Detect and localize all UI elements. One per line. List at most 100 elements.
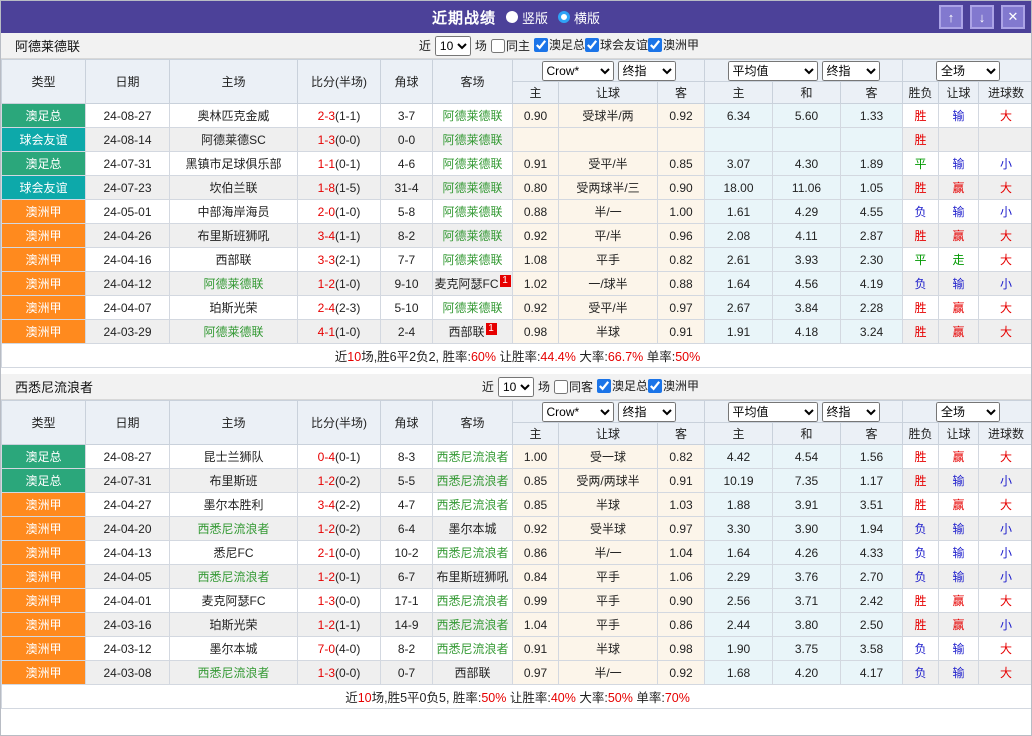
avg-draw-odds: 7.35 xyxy=(773,469,841,493)
league-filter-checkbox[interactable]: 澳足总 xyxy=(534,36,585,53)
league-badge-cell: 澳洲甲 xyxy=(2,296,86,320)
league-filter-checkbox-input[interactable] xyxy=(534,38,548,52)
recent-count-select[interactable]: 10 xyxy=(435,36,471,56)
summary-stat-label: 近 xyxy=(345,691,358,705)
home-team-cell: 奥林匹克金威 xyxy=(170,104,298,128)
home-team-cell: 中部海岸海员 xyxy=(170,200,298,224)
summary-stat-label: 单率: xyxy=(633,691,665,705)
league-badge-cell: 澳洲甲 xyxy=(2,541,86,565)
sub-column-header: 进球数 xyxy=(979,423,1032,445)
halftime-score: (0-0) xyxy=(335,546,360,560)
same-venue-checkbox-input[interactable] xyxy=(491,39,505,53)
league-filter-checkbox[interactable]: 澳洲甲 xyxy=(648,36,699,53)
halftime-score: (4-0) xyxy=(335,642,360,656)
handicap-away-odds: 0.90 xyxy=(658,176,705,200)
scope-select[interactable]: 全场 xyxy=(936,402,1000,422)
same-venue-label: 同客 xyxy=(569,378,593,395)
fulltime-score: 4-1 xyxy=(318,325,335,339)
match-row: 澳足总24-07-31布里斯班1-2(0-2)5-5西悉尼流浪者0.85受两/两… xyxy=(2,469,1032,493)
halftime-score: (0-1) xyxy=(335,157,360,171)
handicap-line: 受球半/两 xyxy=(559,104,658,128)
score-cell: 1-3(0-0) xyxy=(298,589,381,613)
date-cell: 24-04-12 xyxy=(86,272,170,296)
league-filter-checkbox[interactable]: 澳足总 xyxy=(597,377,648,394)
scope-select[interactable]: 全场 xyxy=(936,61,1000,81)
score-cell: 1-1(0-1) xyxy=(298,152,381,176)
handicap-result-cell: 赢 xyxy=(939,613,979,637)
handicap-line: 平手 xyxy=(559,613,658,637)
average-select[interactable]: 平均值 xyxy=(728,61,818,81)
home-team-cell: 布里斯班狮吼 xyxy=(170,224,298,248)
home-team-cell: 西部联 xyxy=(170,248,298,272)
team-label: 西悉尼流浪者 xyxy=(436,474,508,488)
avg-home-odds: 4.42 xyxy=(705,445,773,469)
handicap-result-cell: 输 xyxy=(939,565,979,589)
odds-stage-select[interactable]: 终指 xyxy=(618,402,676,422)
move-down-button[interactable]: ↓ xyxy=(970,5,994,29)
same-venue-checkbox[interactable]: 同客 xyxy=(554,378,593,395)
league-filter-checkbox[interactable]: 澳洲甲 xyxy=(648,377,699,394)
close-button[interactable]: ✕ xyxy=(1001,5,1025,29)
corners-cell: 0-0 xyxy=(381,128,433,152)
avg-away-odds: 2.50 xyxy=(841,613,903,637)
date-cell: 24-03-08 xyxy=(86,661,170,685)
avg-home-odds: 2.08 xyxy=(705,224,773,248)
handicap-home-odds: 0.97 xyxy=(513,661,559,685)
home-team-cell: 西悉尼流浪者 xyxy=(170,661,298,685)
fulltime-score: 1-3 xyxy=(318,666,335,680)
handicap-home-odds: 0.85 xyxy=(513,469,559,493)
corners-cell: 4-6 xyxy=(381,152,433,176)
league-badge-cell: 澳足总 xyxy=(2,104,86,128)
avg-stage-select[interactable]: 终指 xyxy=(822,61,880,81)
red-card-badge: 1 xyxy=(500,275,511,287)
score-cell: 3-4(2-2) xyxy=(298,493,381,517)
away-team-cell: 西悉尼流浪者 xyxy=(433,613,513,637)
avg-away-odds: 1.05 xyxy=(841,176,903,200)
handicap-home-odds: 0.92 xyxy=(513,224,559,248)
corners-cell: 6-7 xyxy=(381,565,433,589)
handicap-result-cell: 赢 xyxy=(939,493,979,517)
sub-column-header: 主 xyxy=(705,82,773,104)
result-cell: 平 xyxy=(903,152,939,176)
recent-count-select[interactable]: 10 xyxy=(498,377,534,397)
handicap-away-odds: 1.03 xyxy=(658,493,705,517)
handicap-away-odds: 1.04 xyxy=(658,541,705,565)
avg-home-odds: 1.64 xyxy=(705,541,773,565)
avg-stage-select[interactable]: 终指 xyxy=(822,402,880,422)
bookmaker-select[interactable]: Crow* xyxy=(542,61,614,81)
summary-stat-label: 场,胜5平0负5, 胜率: xyxy=(372,691,482,705)
away-team-cell: 阿德莱德联 xyxy=(433,128,513,152)
handicap-home-odds: 0.91 xyxy=(513,637,559,661)
radio-horizontal-layout[interactable]: 横版 xyxy=(558,8,600,27)
handicap-result-cell: 赢 xyxy=(939,296,979,320)
radio-vertical-layout[interactable]: 竖版 xyxy=(506,8,548,27)
avg-away-odds: 1.89 xyxy=(841,152,903,176)
league-filter-checkbox-input[interactable] xyxy=(597,379,611,393)
avg-home-odds: 3.30 xyxy=(705,517,773,541)
match-row: 澳洲甲24-03-12墨尔本城7-0(4-0)8-2西悉尼流浪者0.91半球0.… xyxy=(2,637,1032,661)
handicap-away-odds: 0.92 xyxy=(658,661,705,685)
move-up-button[interactable]: ↑ xyxy=(939,5,963,29)
fulltime-score: 1-2 xyxy=(318,570,335,584)
halftime-score: (1-1) xyxy=(335,109,360,123)
league-filter-checkbox[interactable]: 球会友谊 xyxy=(585,36,648,53)
average-select[interactable]: 平均值 xyxy=(728,402,818,422)
team-label: 阿德莱德联 xyxy=(442,205,502,219)
avg-away-odds: 3.51 xyxy=(841,493,903,517)
same-venue-checkbox[interactable]: 同主 xyxy=(491,37,530,54)
halftime-score: (1-0) xyxy=(335,325,360,339)
league-filter-checkbox-input[interactable] xyxy=(648,38,662,52)
avg-away-odds: 1.17 xyxy=(841,469,903,493)
corners-cell: 5-10 xyxy=(381,296,433,320)
odds-stage-select[interactable]: 终指 xyxy=(618,61,676,81)
league-filter-label: 澳足总 xyxy=(612,377,648,394)
radio-icon xyxy=(506,11,518,23)
avg-home-odds: 10.19 xyxy=(705,469,773,493)
bookmaker-select[interactable]: Crow* xyxy=(542,402,614,422)
result-cell: 胜 xyxy=(903,320,939,344)
league-filter-checkbox-input[interactable] xyxy=(648,379,662,393)
avg-away-odds: 1.33 xyxy=(841,104,903,128)
league-filter-checkbox-input[interactable] xyxy=(585,38,599,52)
same-venue-checkbox-input[interactable] xyxy=(554,380,568,394)
handicap-home-odds: 1.08 xyxy=(513,248,559,272)
